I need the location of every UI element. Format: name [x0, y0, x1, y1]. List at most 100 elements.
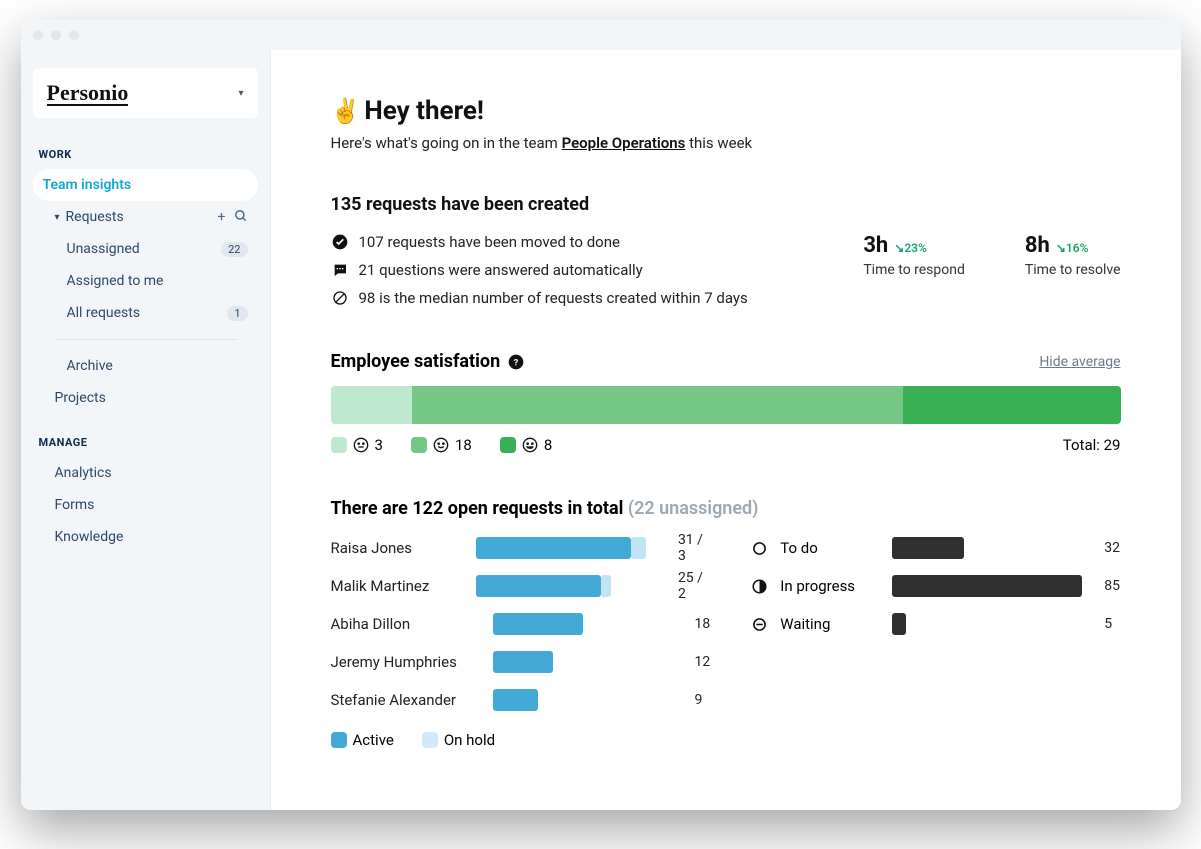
open-requests-subtitle: (22 unassigned) [628, 498, 759, 519]
swatch-icon [422, 732, 438, 748]
assignee-legend: Active On hold [331, 731, 1121, 749]
window-close-dot[interactable] [33, 30, 43, 40]
satisfaction-total: Total: 29 [1063, 436, 1121, 454]
app-window: Personio ▾ WORK Team insights ▾ Requests… [21, 20, 1181, 810]
legend-count: 3 [375, 436, 383, 454]
legend-label: On hold [444, 731, 495, 749]
status-label: In progress [780, 577, 880, 595]
assignee-name: Jeremy Humphries [331, 653, 481, 671]
trend-down-icon: ↘ [894, 241, 904, 255]
status-row: To do 32 [750, 529, 1120, 567]
sidebar-item-projects[interactable]: Projects [33, 382, 258, 414]
satisfaction-segment-neutral [331, 386, 413, 424]
metric-time-to-resolve: 8h ↘16% Time to resolve [1025, 233, 1121, 307]
metric-value: 8h [1025, 233, 1050, 258]
legend-very-happy: 8 [500, 436, 552, 454]
count-badge: 22 [221, 242, 247, 257]
chevron-down-icon: ▾ [55, 212, 60, 223]
sidebar-section-work: WORK [39, 148, 258, 161]
open-requests-title: There are 122 open requests in total (22… [331, 498, 1121, 519]
metric-time-to-respond: 3h ↘23% Time to respond [863, 233, 965, 307]
metric-label: Time to resolve [1025, 262, 1121, 278]
assignee-name: Raisa Jones [331, 539, 464, 557]
page-greeting: ✌️ Hey there! [331, 96, 1121, 126]
sidebar-section-manage: MANAGE [39, 436, 258, 449]
bullet-text: 21 questions were answered automatically [359, 261, 643, 279]
page-subtitle: Here's what's going on in the team Peopl… [331, 134, 1121, 152]
sidebar-item-label: Unassigned [67, 241, 140, 257]
workspace-switcher[interactable]: Personio ▾ [33, 68, 258, 118]
assignee-count: 18 [695, 616, 711, 632]
legend-count: 18 [455, 436, 472, 454]
summary-row: 107 requests have been moved to done 21 … [331, 233, 1121, 307]
sidebar-item-team-insights[interactable]: Team insights [33, 169, 258, 201]
swatch-icon [500, 437, 516, 453]
search-icon[interactable] [234, 209, 248, 225]
summary-bullets: 107 requests have been moved to done 21 … [331, 233, 748, 307]
divider [55, 339, 236, 340]
summary-bullet: 21 questions were answered automatically [331, 261, 748, 279]
window-max-dot[interactable] [69, 30, 79, 40]
summary-bullet: 107 requests have been moved to done [331, 233, 748, 251]
swatch-icon [331, 732, 347, 748]
sidebar-item-all-requests[interactable]: All requests 1 [33, 297, 258, 329]
assignee-bar [476, 537, 666, 559]
sidebar-item-label: Analytics [55, 465, 112, 481]
metric-value: 3h [863, 233, 888, 258]
status-count: 5 [1104, 616, 1112, 632]
sidebar-item-assigned-to-me[interactable]: Assigned to me [33, 265, 258, 297]
section-title: Employee satisfation [331, 351, 501, 372]
window-min-dot[interactable] [51, 30, 61, 40]
average-icon [331, 290, 349, 306]
assignee-bar [493, 613, 683, 635]
bullet-text: 107 requests have been moved to done [359, 233, 620, 251]
face-grin-icon [522, 437, 538, 453]
assignee-chart: Raisa Jones31 / 3Malik Martinez25 / 2Abi… [331, 529, 711, 719]
satisfaction-header: Employee satisfation ? Hide average [331, 351, 1121, 372]
status-count: 32 [1104, 540, 1120, 556]
status-bar [892, 575, 1092, 597]
assignee-bar [476, 575, 666, 597]
assignee-count: 31 / 3 [678, 532, 710, 564]
assignee-row: Jeremy Humphries 12 [331, 643, 711, 681]
assignee-row: Abiha Dillon 18 [331, 605, 711, 643]
status-bar [892, 537, 1092, 559]
page-title: Hey there! [364, 96, 484, 126]
assignee-count: 12 [695, 654, 711, 670]
plus-icon[interactable]: + [218, 209, 226, 225]
bullet-text: 98 is the median number of requests crea… [359, 289, 748, 307]
satisfaction-legend: 3 18 8 [331, 436, 1121, 454]
summary-metrics: 3h ↘23% Time to respond 8h ↘16% Time to … [863, 233, 1120, 307]
hide-average-link[interactable]: Hide average [1039, 354, 1120, 370]
legend-neutral: 3 [331, 436, 383, 454]
status-label: To do [780, 539, 880, 557]
assignee-count: 9 [695, 692, 703, 708]
sidebar: Personio ▾ WORK Team insights ▾ Requests… [21, 50, 271, 810]
help-icon[interactable]: ? [508, 354, 524, 370]
team-link[interactable]: People Operations [562, 134, 686, 152]
legend-happy: 18 [411, 436, 472, 454]
swatch-icon [411, 437, 427, 453]
sidebar-item-archive[interactable]: Archive [33, 350, 258, 382]
svg-text:?: ? [514, 357, 519, 368]
chevron-down-icon: ▾ [238, 88, 243, 99]
count-badge: 1 [227, 306, 247, 321]
sidebar-item-label: Team insights [43, 177, 132, 193]
assignee-row: Raisa Jones 31 / 3 [331, 529, 711, 567]
face-smile-icon [433, 437, 449, 453]
sidebar-item-label: Forms [55, 497, 95, 513]
sidebar-item-forms[interactable]: Forms [33, 489, 258, 521]
legend-label: Active [353, 731, 394, 749]
assignee-bar [493, 689, 683, 711]
sidebar-item-requests[interactable]: ▾ Requests + [33, 201, 258, 233]
assignee-name: Malik Martinez [331, 577, 464, 595]
sidebar-item-label: All requests [67, 305, 141, 321]
status-label: Waiting [780, 615, 880, 633]
assignee-name: Abiha Dillon [331, 615, 481, 633]
assignee-row: Stefanie Alexander9 [331, 681, 711, 719]
status-icon [750, 579, 768, 594]
sidebar-item-knowledge[interactable]: Knowledge [33, 521, 258, 553]
sidebar-item-analytics[interactable]: Analytics [33, 457, 258, 489]
face-neutral-icon [353, 437, 369, 453]
sidebar-item-unassigned[interactable]: Unassigned 22 [33, 233, 258, 265]
